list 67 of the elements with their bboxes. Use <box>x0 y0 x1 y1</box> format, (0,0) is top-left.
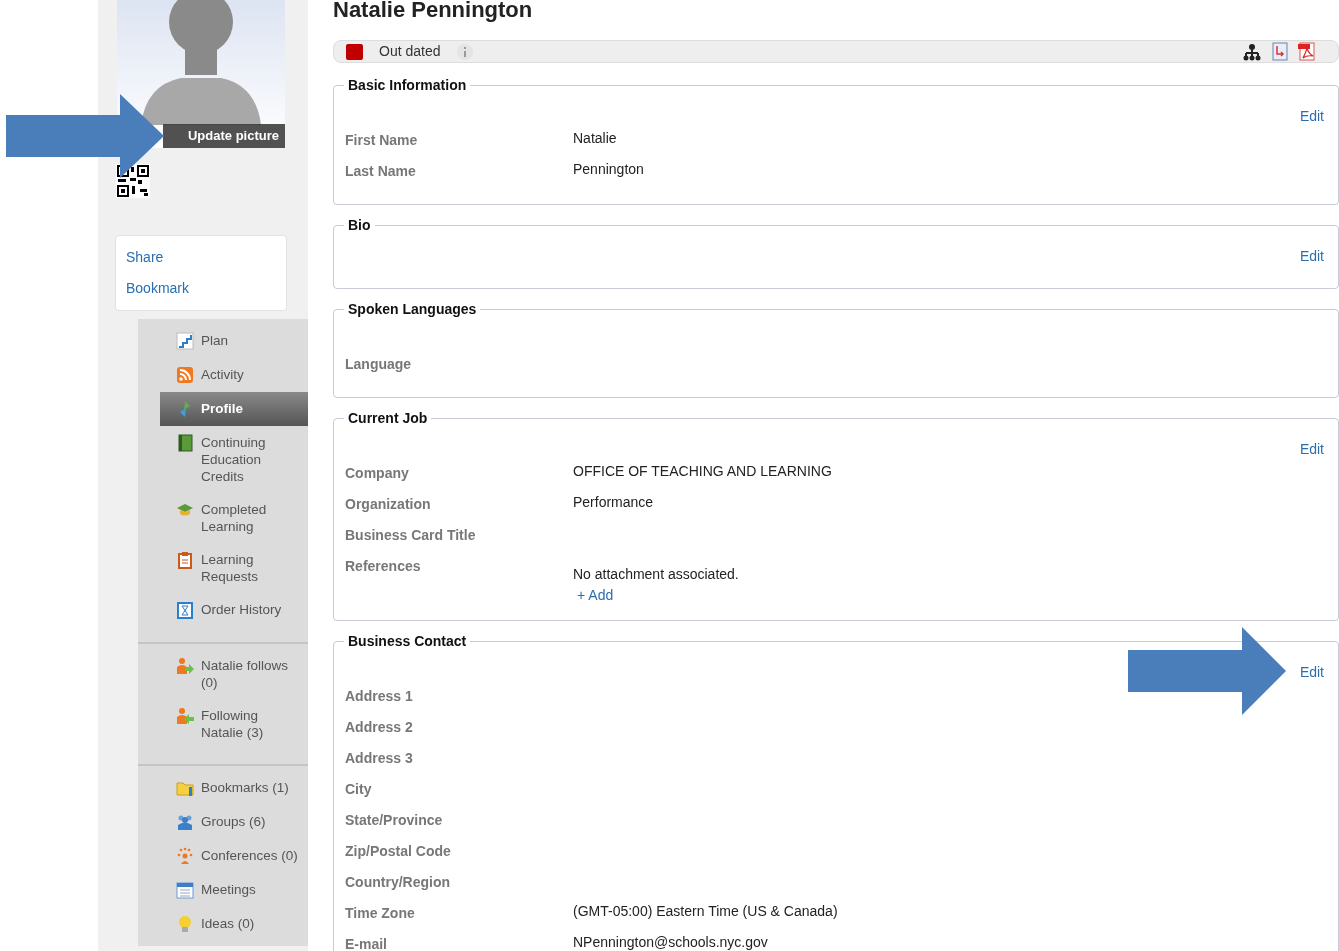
sidebar-nav-item[interactable]: Activity <box>138 358 308 392</box>
add-attachment-link[interactable]: + Add <box>573 585 614 606</box>
field-label: Organization <box>345 495 432 514</box>
field-label: Business Card Title <box>345 526 477 545</box>
field-value: Natalie <box>573 129 617 148</box>
section-title: Basic Information <box>347 76 468 95</box>
field-value: No attachment associated. <box>573 565 739 584</box>
conference-icon <box>176 847 194 865</box>
sidebar-nav-item[interactable]: Natalie follows (0) <box>138 649 308 699</box>
field-value: (GMT-05:00) Eastern Time (US & Canada) <box>573 902 838 921</box>
status-label: Out dated <box>379 42 441 61</box>
sidebar-link[interactable]: Bookmark <box>116 273 200 304</box>
sidebar-link[interactable]: Share <box>116 242 174 273</box>
field-label: E-mail <box>345 935 388 951</box>
hourglass-icon <box>176 601 194 619</box>
clipboard-icon <box>176 551 194 569</box>
sidebar-nav-item[interactable]: Continuing Education Credits <box>138 426 308 493</box>
sidebar-nav-item[interactable]: Plan <box>138 324 308 358</box>
field-label: Time Zone <box>345 904 416 923</box>
edit-link[interactable]: Edit <box>1299 246 1324 268</box>
sidebar-nav-item[interactable]: Profile <box>160 392 308 426</box>
field-label: Last Name <box>345 162 417 181</box>
rss-icon <box>176 366 194 384</box>
update-picture-button[interactable]: Update picture <box>163 124 285 148</box>
field-label: Address 3 <box>345 749 414 768</box>
bulb-icon <box>176 915 194 933</box>
hierarchy-icon[interactable] <box>1242 42 1262 61</box>
follow-in-icon <box>176 707 194 725</box>
field-value: Pennington <box>573 160 644 179</box>
plan-icon <box>176 332 194 350</box>
field-label: City <box>345 780 373 799</box>
sidebar-nav-item[interactable]: Learning Requests <box>138 543 308 593</box>
field-label: Company <box>345 464 410 483</box>
field-label: First Name <box>345 131 419 150</box>
sidebar-nav-item[interactable]: Completed Learning <box>138 493 308 543</box>
edit-link[interactable]: Edit <box>1299 439 1324 461</box>
field-value: Performance <box>573 493 654 512</box>
sidebar-nav-item[interactable]: Groups (6) <box>138 805 308 839</box>
document-export-icon[interactable] <box>1272 42 1288 61</box>
sidebar-nav-item[interactable]: Ideas (0) <box>138 907 308 941</box>
follow-out-icon <box>176 657 194 675</box>
field-value: OFFICE OF TEACHING AND LEARNING <box>573 462 832 481</box>
qr-code-icon <box>116 164 150 198</box>
field-label: State/Province <box>345 811 444 830</box>
field-label: Country/Region <box>345 873 451 892</box>
section-title: Current Job <box>347 409 429 428</box>
field-label: Address 2 <box>345 718 414 737</box>
sidebar-nav-item[interactable]: Bookmarks (1) <box>138 771 308 805</box>
pdf-icon[interactable] <box>1298 42 1316 61</box>
edit-link[interactable]: Edit <box>1299 106 1324 128</box>
field-label: References <box>345 557 422 576</box>
field-label: Language <box>345 355 413 374</box>
section-title: Bio <box>347 216 372 235</box>
field-value: NPennington@schools.nyc.gov <box>573 933 768 951</box>
edit-link[interactable]: Edit <box>1299 662 1324 684</box>
section-title: Spoken Languages <box>347 300 478 319</box>
section-title: Business Contact <box>347 632 468 651</box>
sidebar-nav-item[interactable]: Following Natalie (3) <box>138 699 308 749</box>
calendar-icon <box>176 881 194 899</box>
sidebar-nav-item[interactable]: Meetings <box>138 873 308 907</box>
field-label: Zip/Postal Code <box>345 842 452 861</box>
group-icon <box>176 813 194 831</box>
sidebar-nav-item[interactable]: Order History <box>138 593 308 627</box>
field-label: Address 1 <box>345 687 414 706</box>
sidebar-nav-item[interactable]: Conferences (0) <box>138 839 308 873</box>
folder-icon <box>176 779 194 797</box>
book-icon <box>176 434 194 452</box>
